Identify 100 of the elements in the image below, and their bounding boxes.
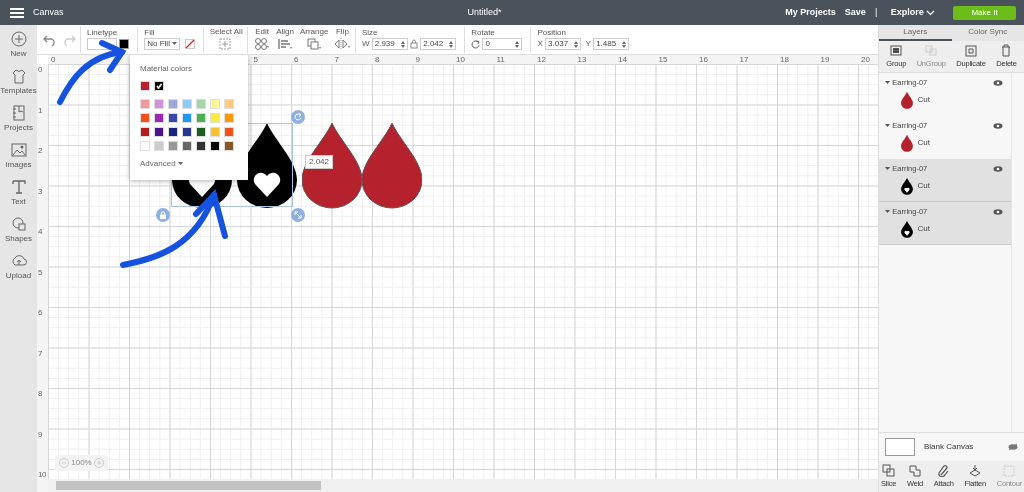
- stepper-icon: [515, 39, 520, 49]
- caret-icon: [172, 39, 178, 48]
- advanced-link[interactable]: Advanced: [140, 160, 238, 168]
- stepper-icon: [574, 39, 579, 49]
- eye-icon[interactable]: [993, 208, 1003, 215]
- ruler-number: 6: [37, 307, 43, 319]
- lock-handle[interactable]: [156, 208, 170, 222]
- caret-icon[interactable]: [885, 123, 890, 128]
- edit-icon: [254, 37, 271, 51]
- ruler-number: 7: [333, 55, 340, 64]
- rotate-field[interactable]: 0: [482, 38, 523, 50]
- ruler-number: 8: [374, 55, 381, 64]
- toolbar-label: Rotate: [471, 29, 496, 37]
- rotate-handle[interactable]: [291, 110, 305, 124]
- scrollbar-thumb[interactable]: [56, 481, 321, 490]
- explore-menu[interactable]: Explore: [890, 5, 935, 20]
- sidebar-item[interactable]: Images: [0, 142, 37, 171]
- canvas-thumbnail: [885, 437, 915, 456]
- header-link[interactable]: My Projects: [785, 5, 836, 20]
- hidden-eye-icon[interactable]: [1008, 442, 1018, 451]
- ruler-number: 9: [414, 55, 421, 64]
- eye-icon[interactable]: [993, 165, 1003, 172]
- shirt-icon: [10, 68, 27, 84]
- contour-icon: [1002, 463, 1017, 477]
- fill-select[interactable]: No Fill: [144, 38, 181, 50]
- ruler-number: 12: [536, 55, 547, 64]
- caret-icon: [177, 162, 183, 166]
- ruler-number: 5: [37, 266, 43, 279]
- caret-icon[interactable]: [885, 209, 890, 214]
- stepper-icon: [449, 39, 454, 49]
- color-swatch[interactable]: [119, 39, 130, 49]
- sidebar-item[interactable]: Projects: [0, 105, 37, 134]
- ruler-number: 1: [37, 104, 43, 117]
- toolbar-label: Size: [361, 29, 379, 37]
- toolbar-button[interactable]: Select All: [209, 28, 243, 51]
- ruler-number: 9: [37, 428, 43, 441]
- image-icon: [10, 142, 27, 158]
- toolbar-button[interactable]: Flip: [334, 28, 351, 51]
- ruler-number: 0: [37, 64, 43, 76]
- sidebar-item[interactable]: New: [0, 31, 37, 60]
- toolbar-button[interactable]: Align: [276, 28, 294, 51]
- ruler-number: 10: [37, 469, 47, 481]
- eye-icon[interactable]: [993, 79, 1003, 86]
- lock-icon[interactable]: [410, 39, 418, 49]
- ruler-number: 5: [252, 55, 259, 64]
- separator: |: [874, 5, 878, 19]
- lock-icon: [159, 211, 167, 219]
- ruler-number: 13: [576, 55, 588, 64]
- sidebar-item[interactable]: Shapes: [0, 216, 37, 245]
- y-field[interactable]: 1.485: [593, 38, 630, 50]
- ruler-number: 17: [738, 55, 750, 64]
- x-field[interactable]: 3.037: [545, 38, 582, 50]
- toolbar-label: Position: [537, 29, 567, 37]
- header-link[interactable]: Save: [844, 5, 866, 20]
- ruler-number: 6: [293, 55, 300, 64]
- blank-canvas-label: Blank Canvas: [924, 440, 974, 453]
- ruler-number: 19: [819, 55, 831, 64]
- document-title: Untitled*: [466, 5, 502, 19]
- panel-tab[interactable]: Layers: [879, 25, 952, 41]
- align-icon: [277, 37, 294, 51]
- width-field[interactable]: 2.939: [371, 38, 408, 50]
- resize-handle[interactable]: [291, 208, 305, 222]
- layer-operation: Cut: [917, 137, 930, 149]
- ruler-number: 14: [617, 55, 628, 64]
- caret-icon[interactable]: [885, 80, 890, 85]
- layer-operation: Cut: [917, 223, 930, 235]
- ruler-number: 16: [698, 55, 709, 64]
- ruler-number: 2: [37, 145, 43, 157]
- ungroup-icon: [924, 44, 939, 57]
- sidebar-item[interactable]: Text: [0, 179, 37, 208]
- toolbar-button[interactable]: Arrange: [299, 28, 329, 51]
- height-field[interactable]: 2.042: [420, 38, 457, 50]
- popup-title: Material colors: [140, 63, 193, 75]
- no-fill-icon[interactable]: [184, 39, 195, 49]
- sidebar-item[interactable]: Templates: [0, 68, 37, 97]
- field-label: Y: [585, 40, 591, 48]
- caret-icon[interactable]: [885, 166, 890, 171]
- zoom-level: 100%: [71, 457, 92, 469]
- size-tag: 2.042: [305, 155, 334, 169]
- ruler-number: 18: [779, 55, 790, 64]
- group-icon: [889, 44, 904, 57]
- stepper-icon: [400, 39, 405, 49]
- field-label: W: [361, 40, 370, 48]
- duplicate-icon: [963, 44, 978, 57]
- arrange-icon: [306, 37, 323, 51]
- sidebar-item[interactable]: Upload: [0, 253, 37, 282]
- menu-icon[interactable]: [10, 7, 24, 18]
- rotate-icon: [471, 39, 481, 49]
- notebook-icon: [10, 105, 27, 121]
- paperclip-icon: [936, 463, 951, 477]
- flip-icon: [334, 37, 351, 51]
- toolbar-label: Linetype: [87, 29, 119, 37]
- toolbar-label: Fill: [144, 29, 156, 37]
- scrollbar-track[interactable]: [48, 479, 878, 492]
- panel-tab[interactable]: Color Sync: [951, 25, 1024, 41]
- toolbar-button[interactable]: Edit: [254, 28, 271, 51]
- cloud-upload-icon: [10, 253, 27, 269]
- arrow-annotation: [57, 40, 127, 105]
- eye-icon[interactable]: [993, 122, 1003, 129]
- layer-operation: Cut: [917, 94, 930, 106]
